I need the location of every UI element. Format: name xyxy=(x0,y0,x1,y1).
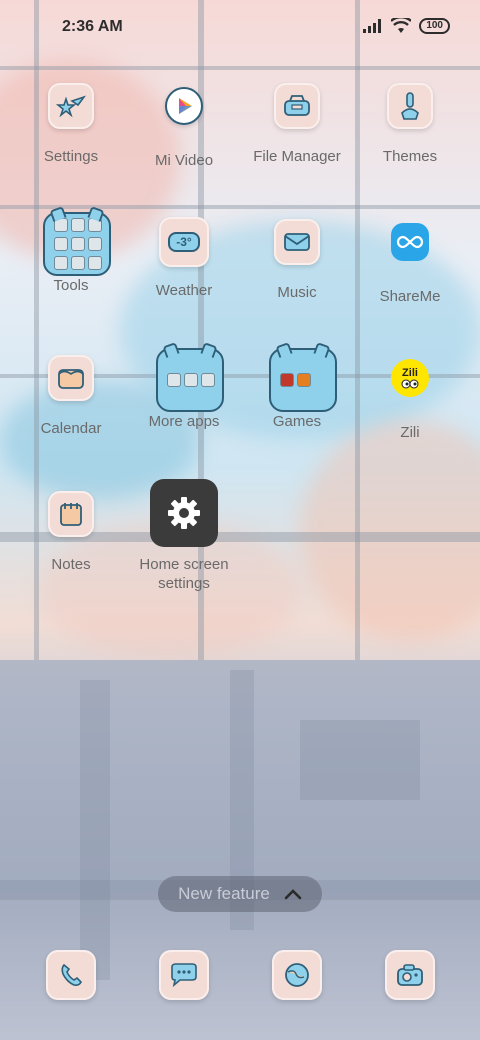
folder-games[interactable]: Games xyxy=(242,348,352,431)
notepad-icon xyxy=(60,503,82,526)
phone-icon xyxy=(61,963,82,986)
signal-icon xyxy=(363,19,382,33)
dock-browser[interactable] xyxy=(272,950,324,1002)
app-label: Music xyxy=(277,284,317,301)
weather-temp: -3° xyxy=(168,232,200,252)
app-file-manager[interactable]: File Manager xyxy=(242,78,352,166)
app-label: Settings xyxy=(43,148,99,165)
app-label: Weather xyxy=(155,282,213,299)
app-label: Themes xyxy=(382,148,438,165)
app-weather[interactable]: -3° Weather xyxy=(129,214,239,300)
app-label: Home screen settings xyxy=(139,556,229,592)
zili-logo-text: Zili xyxy=(402,367,418,379)
app-shareme[interactable]: ShareMe xyxy=(355,214,465,306)
new-feature-button[interactable]: New feature xyxy=(158,876,322,912)
gear-icon xyxy=(168,497,200,529)
app-notes[interactable]: Notes xyxy=(16,486,126,574)
dock-messages[interactable] xyxy=(159,950,211,1002)
dock-camera[interactable] xyxy=(385,950,437,1002)
app-calendar[interactable]: Calendar xyxy=(16,350,126,438)
home-screen-settings-button[interactable]: Home screen settings xyxy=(119,479,249,593)
app-label: Calendar xyxy=(40,420,102,437)
star-wing-icon xyxy=(56,95,86,118)
infinity-icon xyxy=(396,235,424,249)
eyes-icon xyxy=(401,379,419,389)
new-feature-label: New feature xyxy=(178,884,270,903)
messages-icon xyxy=(171,963,197,988)
app-settings[interactable]: Settings xyxy=(16,78,126,166)
app-label: ShareMe xyxy=(379,288,441,305)
browser-icon xyxy=(285,963,309,987)
folder-more-apps[interactable]: More apps xyxy=(129,348,239,431)
app-label: File Manager xyxy=(253,148,341,165)
app-label: Games xyxy=(272,413,322,430)
brush-icon xyxy=(401,92,419,120)
folder-tools[interactable]: Tools xyxy=(16,212,126,295)
app-zili[interactable]: Zili Zili xyxy=(355,350,465,442)
wifi-icon xyxy=(391,18,412,33)
app-label: Mi Video xyxy=(154,152,214,169)
camera-icon xyxy=(397,964,423,986)
chevron-up-icon xyxy=(284,889,302,900)
app-themes[interactable]: Themes xyxy=(355,78,465,166)
app-label: Tools xyxy=(53,277,89,294)
dock-phone[interactable] xyxy=(46,950,98,1002)
folder-box-icon xyxy=(284,95,310,116)
play-icon xyxy=(179,98,192,114)
app-label: Zili xyxy=(400,424,420,441)
status-bar: 2:36 AM 100 xyxy=(0,0,480,56)
app-label: More apps xyxy=(148,413,220,430)
clock: 2:36 AM xyxy=(62,18,123,35)
battery-indicator: 100 xyxy=(419,18,450,34)
app-mi-video[interactable]: Mi Video xyxy=(129,78,239,170)
app-label: Notes xyxy=(51,556,91,573)
app-music[interactable]: Music xyxy=(242,214,352,302)
envelope-icon xyxy=(284,233,310,251)
calendar-icon xyxy=(58,369,84,389)
